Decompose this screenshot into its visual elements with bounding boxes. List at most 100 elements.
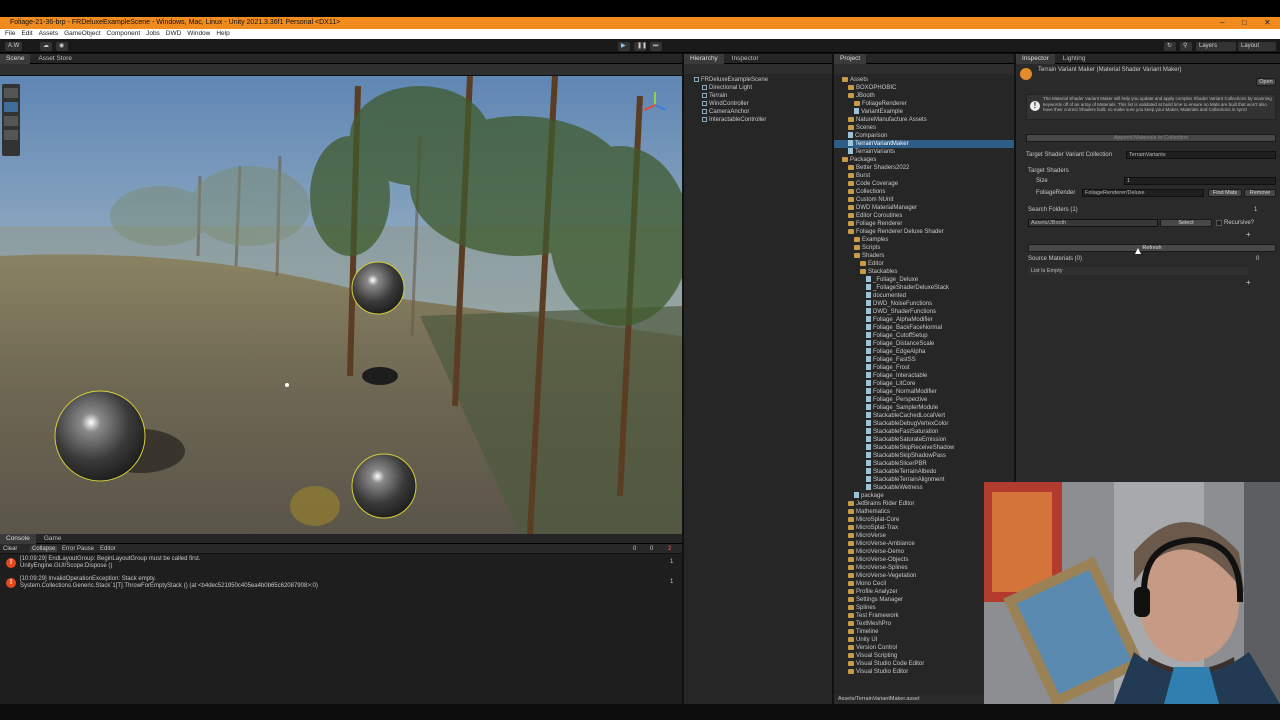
- account-button[interactable]: A.W: [5, 42, 23, 51]
- menu-assets[interactable]: Assets: [37, 29, 61, 38]
- append-materials-button[interactable]: Append Materials to Collection: [1026, 134, 1276, 142]
- hierarchy-item[interactable]: CameraAnchor: [702, 108, 749, 116]
- refresh-button[interactable]: Refresh: [1028, 244, 1276, 252]
- project-item[interactable]: Assets: [834, 76, 1014, 84]
- project-item[interactable]: StackableTerrainAlbedo: [834, 468, 1014, 476]
- size-field[interactable]: 1: [1124, 177, 1276, 185]
- tab-lighting[interactable]: Lighting: [1057, 54, 1092, 64]
- project-item[interactable]: Foliage_SamplerModule: [834, 404, 1014, 412]
- layers-dropdown[interactable]: Layers: [1196, 42, 1236, 51]
- project-item[interactable]: Editor Coroutines: [834, 212, 1014, 220]
- project-item[interactable]: StackableCachedLocalVert: [834, 412, 1014, 420]
- project-item[interactable]: Comparison: [834, 132, 1014, 140]
- pause-icon[interactable]: ❚❚: [634, 42, 647, 51]
- project-item[interactable]: StackableSkipReceiveShadow: [834, 444, 1014, 452]
- project-item[interactable]: Custom NUnit: [834, 196, 1014, 204]
- tab-hierarchy[interactable]: Hierarchy: [684, 54, 724, 64]
- project-item[interactable]: DWD_NoiseFunctions: [834, 300, 1014, 308]
- tab-game[interactable]: Game: [38, 534, 68, 544]
- project-item[interactable]: StackableFastSaturation: [834, 428, 1014, 436]
- scene-gizmo-icon[interactable]: [640, 90, 670, 120]
- project-item[interactable]: VariantExample: [834, 108, 1014, 116]
- menu-help[interactable]: Help: [214, 29, 231, 38]
- tab-inspector-left[interactable]: Inspector: [726, 54, 765, 64]
- project-item[interactable]: JBooth: [834, 92, 1014, 100]
- project-item[interactable]: _Foliage_Deluxe: [834, 276, 1014, 284]
- project-item[interactable]: Foliage_BackFaceNormal: [834, 324, 1014, 332]
- tab-scene[interactable]: Scene: [0, 54, 31, 64]
- add-icon[interactable]: +: [1246, 230, 1251, 239]
- error-pause-button[interactable]: Error Pause: [62, 546, 94, 552]
- project-item[interactable]: Better Shaders2022: [834, 164, 1014, 172]
- project-item[interactable]: Foliage Renderer Deluxe Shader: [834, 228, 1014, 236]
- menu-edit[interactable]: Edit: [19, 29, 34, 38]
- step-icon[interactable]: ⏭: [650, 42, 662, 51]
- project-item[interactable]: StackableSlicerPBR: [834, 460, 1014, 468]
- project-item[interactable]: Foliage Renderer: [834, 220, 1014, 228]
- select-button[interactable]: Select: [1160, 219, 1212, 227]
- project-item[interactable]: Foliage_DistanceScale: [834, 340, 1014, 348]
- hand-tool-icon[interactable]: [4, 88, 18, 98]
- remove-button[interactable]: Remove: [1244, 189, 1276, 197]
- layout-dropdown[interactable]: Layout: [1238, 42, 1276, 51]
- find-mats-button[interactable]: Find Mats: [1208, 189, 1242, 197]
- menu-file[interactable]: File: [0, 29, 17, 38]
- cloud-icon[interactable]: ☁: [40, 42, 52, 51]
- scene-viewport[interactable]: [0, 76, 682, 534]
- project-item[interactable]: DWD_ShaderFunctions: [834, 308, 1014, 316]
- scale-tool-icon[interactable]: [4, 130, 18, 140]
- warning-count[interactable]: 0: [650, 546, 653, 552]
- collapse-button[interactable]: Collapse: [30, 546, 58, 552]
- project-item[interactable]: Code Coverage: [834, 180, 1014, 188]
- recursive-checkbox[interactable]: [1216, 220, 1222, 226]
- project-item[interactable]: Foliage_Interactable: [834, 372, 1014, 380]
- editor-dropdown[interactable]: Editor: [100, 546, 116, 552]
- open-button[interactable]: Open: [1256, 78, 1276, 86]
- project-item[interactable]: Foliage_CutoffSetup: [834, 332, 1014, 340]
- collab-icon[interactable]: ◉: [56, 42, 68, 51]
- search-icon[interactable]: ⚲: [1180, 42, 1192, 51]
- project-item[interactable]: Foliage_Frost: [834, 364, 1014, 372]
- console-message[interactable]: ! [10:09:29] EndLayoutGroup: BeginLayout…: [0, 554, 682, 574]
- console-message[interactable]: ! [10:09:29] InvalidOperationException: …: [0, 574, 682, 594]
- project-item[interactable]: Foliage_LitCore: [834, 380, 1014, 388]
- folder-field[interactable]: Assets/JBooth: [1028, 219, 1158, 227]
- project-item[interactable]: Scripts: [834, 244, 1014, 252]
- clear-button[interactable]: Clear: [3, 546, 17, 552]
- add-material-icon[interactable]: +: [1246, 278, 1251, 287]
- project-item[interactable]: Shaders: [834, 252, 1014, 260]
- project-item[interactable]: Examples: [834, 236, 1014, 244]
- project-item[interactable]: FoliageRenderer: [834, 100, 1014, 108]
- tab-inspector[interactable]: Inspector: [1016, 54, 1055, 64]
- hierarchy-item[interactable]: WindController: [702, 100, 749, 108]
- menu-component[interactable]: Component: [105, 29, 143, 38]
- hierarchy-scene-root[interactable]: FRDeluxeExampleScene: [694, 76, 768, 84]
- menu-dwd[interactable]: DWD: [164, 29, 184, 38]
- project-search[interactable]: [834, 64, 1014, 74]
- move-tool-icon[interactable]: [4, 102, 18, 112]
- hierarchy-item[interactable]: InteractableController: [702, 116, 766, 124]
- menu-gameobject[interactable]: GameObject: [62, 29, 103, 38]
- project-item[interactable]: TerrainVariantMaker: [834, 140, 1014, 148]
- project-item[interactable]: Stackables: [834, 268, 1014, 276]
- project-item[interactable]: NatureManufacture Assets: [834, 116, 1014, 124]
- tab-console[interactable]: Console: [0, 534, 36, 544]
- play-icon[interactable]: ▶: [618, 42, 630, 51]
- menu-jobs[interactable]: Jobs: [144, 29, 162, 38]
- project-item[interactable]: Scenes: [834, 124, 1014, 132]
- project-item[interactable]: StackableDebugVertexColor: [834, 420, 1014, 428]
- hierarchy-search[interactable]: [684, 64, 832, 74]
- project-item[interactable]: Foliage_FastSS: [834, 356, 1014, 364]
- tab-asset-store[interactable]: Asset Store: [32, 54, 78, 64]
- project-item[interactable]: Foliage_EdgeAlpha: [834, 348, 1014, 356]
- project-item[interactable]: TerrainVariants: [834, 148, 1014, 156]
- project-item[interactable]: Foliage_Perspective: [834, 396, 1014, 404]
- log-count[interactable]: 0: [633, 546, 636, 552]
- project-item[interactable]: Editor: [834, 260, 1014, 268]
- target-collection-field[interactable]: TerrainVariants: [1126, 151, 1276, 159]
- menu-window[interactable]: Window: [185, 29, 212, 38]
- rotate-tool-icon[interactable]: [4, 116, 18, 126]
- hierarchy-item[interactable]: Directional Light: [702, 84, 752, 92]
- shader-field[interactable]: FoliageRenderer/Deluxe: [1082, 189, 1204, 197]
- project-item[interactable]: StackableSkipShadowPass: [834, 452, 1014, 460]
